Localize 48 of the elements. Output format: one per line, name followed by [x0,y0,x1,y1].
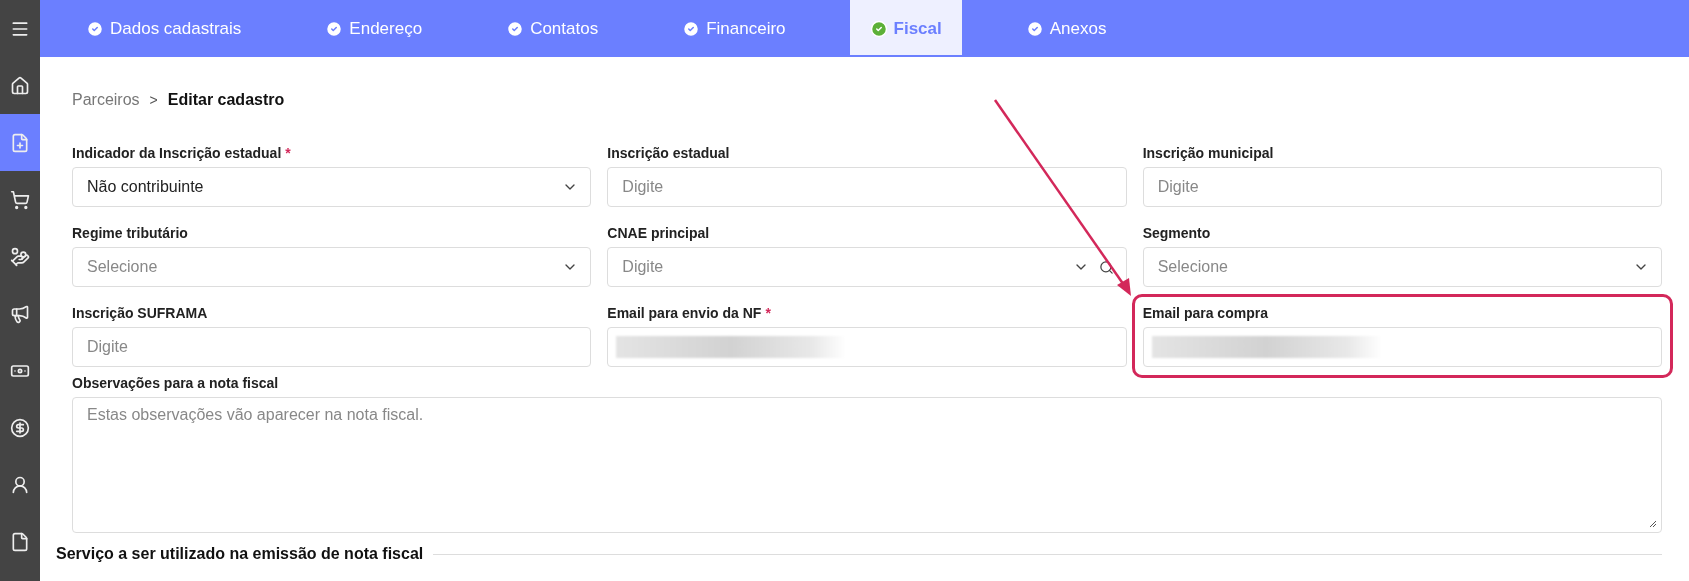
home-icon [10,75,30,96]
field-label: CNAE principal [607,225,710,241]
breadcrumb-separator: > [149,92,158,108]
tab[interactable]: Anexos [1005,0,1127,57]
check-circle-icon [325,19,344,38]
check-circle-icon [86,19,104,38]
required-mark: * [285,145,291,161]
resize-grip-icon [1649,520,1657,528]
hand-coins-icon [10,246,30,267]
notes-textarea[interactable]: Estas observações vão aparecer na nota fiscal. [72,397,1662,533]
tab[interactable]: Fiscal [849,0,962,57]
select-field[interactable]: Selecione [1142,247,1662,287]
input-field[interactable]: Digite [72,327,592,367]
breadcrumb-link[interactable]: Parceiros [72,91,140,109]
search-select-field[interactable]: Digite [607,247,1127,287]
document-plus-icon [10,132,30,153]
field-label: Regime tributário [72,225,188,241]
select-field[interactable]: Selecione [72,247,592,287]
tab[interactable]: Financeiro [662,0,806,57]
page-title: Editar cadastro [167,91,285,109]
megaphone-icon [10,303,30,324]
user-icon [10,474,30,495]
file-icon [10,531,30,552]
cart-icon [10,189,30,210]
required-mark: * [765,305,771,321]
section-title: Serviço a ser utilizado na emissão de nota fiscal [56,545,424,563]
check-circle-icon [1025,19,1044,38]
input-field[interactable] [1142,327,1662,367]
select-field[interactable]: Não contribuinte [72,167,592,207]
input-field[interactable]: Digite [607,167,1127,207]
input-field[interactable] [607,327,1127,367]
check-circle-icon [506,19,525,38]
field-label: Email para compra [1142,305,1268,321]
field-label: Inscrição SUFRAMA [72,305,208,321]
tab[interactable]: Dados cadastrais [66,0,262,57]
field-label: Inscrição municipal [1142,145,1274,161]
field-label: Email para envio da NF [607,305,762,321]
field-label: Indicador da Inscrição estadual [72,145,282,161]
search-icon [1098,259,1114,275]
tab[interactable]: Endereço [305,0,443,57]
field-label: Segmento [1142,225,1211,241]
field-label: Observações para a nota fiscal [72,375,279,391]
tab[interactable]: Contatos [486,0,619,57]
check-circle-icon [869,19,888,38]
field-label: Inscrição estadual [607,145,730,161]
dollar-icon [10,417,30,438]
check-circle-icon [682,19,701,38]
input-field[interactable]: Digite [1142,167,1662,207]
